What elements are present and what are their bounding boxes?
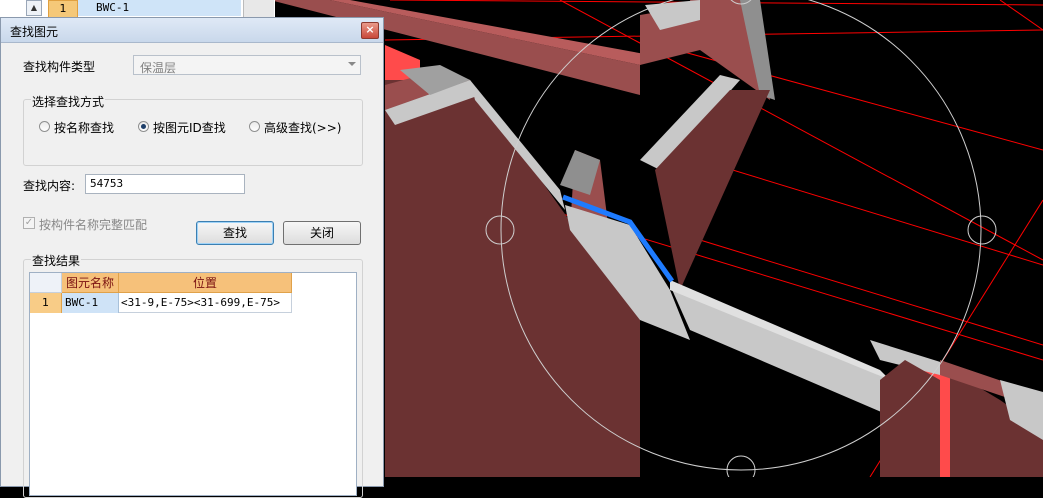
close-icon[interactable]: × bbox=[361, 22, 379, 39]
close-button[interactable]: 关闭 bbox=[283, 221, 361, 245]
column-header-name[interactable]: 图元名称 bbox=[62, 273, 119, 293]
radio-by-id-label[interactable]: 按图元ID查找 bbox=[153, 119, 226, 136]
results-group-label: 查找结果 bbox=[31, 252, 82, 269]
radio-by-name-label[interactable]: 按名称查找 bbox=[54, 119, 114, 136]
component-type-value: 保温层 bbox=[140, 61, 177, 75]
search-content-label: 查找内容: bbox=[23, 179, 76, 193]
exact-match-label: 按构件名称完整匹配 bbox=[39, 218, 148, 232]
find-element-dialog: 查找图元 × 查找构件类型 保温层 选择查找方式 按名称查找 按图元ID查找 高… bbox=[0, 17, 384, 498]
list-scrollbar[interactable] bbox=[243, 0, 274, 18]
radio-advanced[interactable] bbox=[249, 121, 260, 132]
dialog-title: 查找图元 bbox=[10, 25, 59, 39]
dialog-titlebar[interactable]: 查找图元 × bbox=[1, 18, 383, 43]
list-row-name[interactable]: BWC-1 bbox=[78, 0, 241, 16]
results-table[interactable]: 图元名称 位置 1 BWC-1 <31-9,E-75><31-699,E-75> bbox=[29, 272, 357, 496]
radio-by-id[interactable] bbox=[138, 121, 149, 132]
column-header-position[interactable]: 位置 bbox=[119, 273, 292, 293]
table-corner bbox=[30, 273, 62, 293]
component-type-select[interactable]: 保温层 bbox=[133, 55, 361, 75]
table-row-name[interactable]: BWC-1 bbox=[62, 293, 119, 313]
search-mode-group-label: 选择查找方式 bbox=[31, 93, 106, 110]
scroll-up-icon[interactable]: ▲ bbox=[26, 0, 42, 16]
row-number[interactable]: 1 bbox=[30, 293, 62, 313]
radio-advanced-label[interactable]: 高级查找(>>) bbox=[264, 119, 341, 136]
chevron-down-icon bbox=[348, 62, 356, 66]
search-content-input[interactable]: 54753 bbox=[85, 174, 245, 194]
table-row-position[interactable]: <31-9,E-75><31-699,E-75> bbox=[119, 293, 292, 313]
radio-by-name[interactable] bbox=[39, 121, 50, 132]
find-button[interactable]: 查找 bbox=[196, 221, 274, 245]
exact-match-checkbox[interactable]: ✓ bbox=[23, 217, 35, 229]
list-row-number: 1 bbox=[48, 0, 78, 18]
component-type-label: 查找构件类型 bbox=[23, 60, 96, 74]
